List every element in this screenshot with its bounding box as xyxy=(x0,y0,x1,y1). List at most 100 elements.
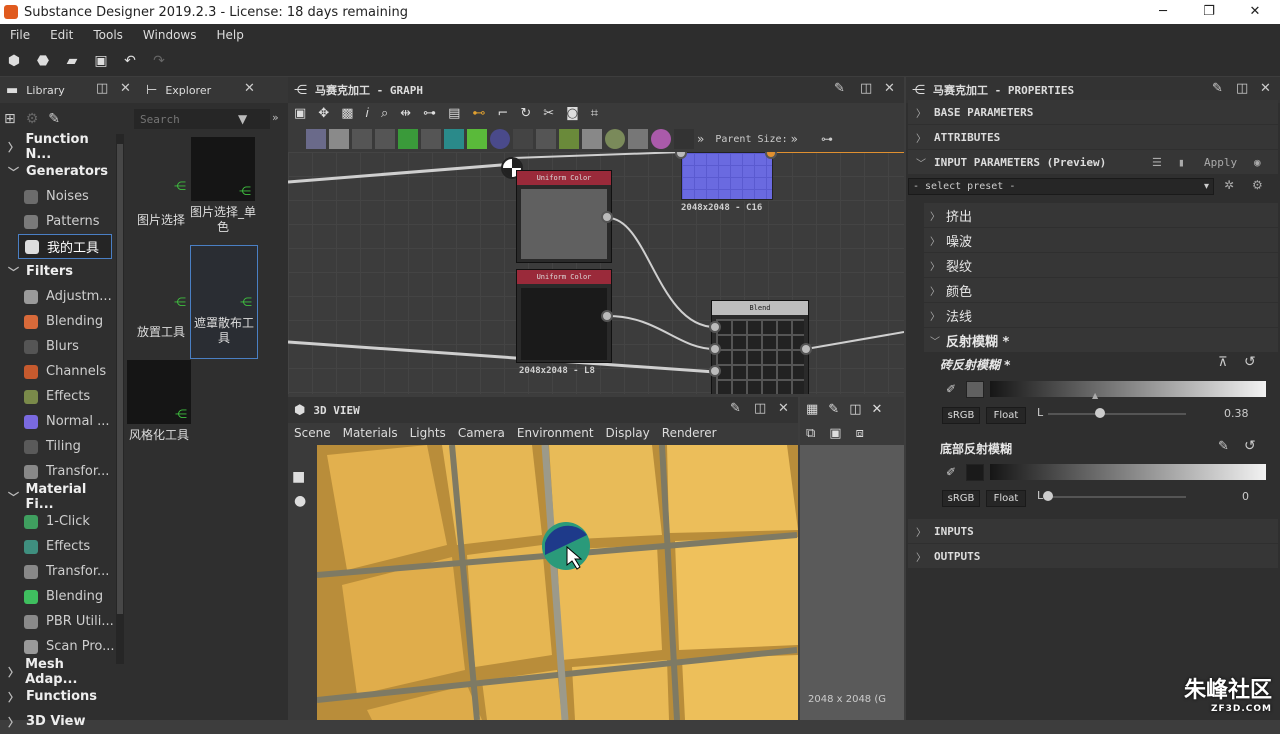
dock-icon[interactable]: ◫ xyxy=(849,402,861,417)
properties-close-icon[interactable]: ✕ xyxy=(1260,81,1271,96)
minimize-button[interactable]: ─ xyxy=(1140,0,1186,24)
more-icon[interactable]: » xyxy=(697,132,704,146)
library-item[interactable]: Blending xyxy=(0,584,116,609)
move-icon[interactable]: ✥ xyxy=(318,106,329,121)
curve-node-icon[interactable] xyxy=(398,129,418,149)
group-noise[interactable]: 〉噪波 xyxy=(924,228,1278,252)
crop-icon[interactable]: ⌗ xyxy=(591,106,598,121)
pin-icon[interactable]: ✎ xyxy=(828,402,839,417)
gradient-bar[interactable] xyxy=(990,464,1266,480)
library-item[interactable]: Transfor... xyxy=(0,459,116,484)
gradient-node-icon[interactable] xyxy=(467,129,487,149)
add-library-icon[interactable]: ⊞ xyxy=(4,111,16,127)
normal-node-thumbnail[interactable] xyxy=(681,152,773,200)
color-swatch[interactable] xyxy=(966,464,984,481)
new-package-icon[interactable]: ⬢ xyxy=(4,52,24,70)
menu-environment[interactable]: Environment xyxy=(511,426,600,440)
explorer-search[interactable]: ▼ xyxy=(134,109,270,129)
node-output-port[interactable] xyxy=(601,211,613,223)
uniform-color-node[interactable]: Uniform Color xyxy=(516,269,612,363)
emboss-node-icon[interactable] xyxy=(628,129,648,149)
blend-node-icon[interactable] xyxy=(582,129,602,149)
float-toggle[interactable]: Float xyxy=(986,490,1026,507)
link-icon[interactable]: ⊷ xyxy=(472,106,485,121)
library-item[interactable]: Adjustm... xyxy=(0,284,116,309)
gradient-marker-icon[interactable]: ▲ xyxy=(1092,391,1098,400)
library-category[interactable]: ﹀Material Fi... xyxy=(0,484,116,509)
library-item[interactable]: Blurs xyxy=(0,334,116,359)
group-reflection-blur[interactable]: ﹀反射模糊 * xyxy=(924,328,1278,352)
camera-icon[interactable]: ▩ xyxy=(341,106,353,121)
frame-icon[interactable]: ▣ xyxy=(294,106,306,121)
preset-select[interactable]: - select preset - ▾ xyxy=(908,178,1214,195)
library-item[interactable]: PBR Utili... xyxy=(0,609,116,634)
eyedropper-icon[interactable]: ✐ xyxy=(946,382,956,396)
video-camera-icon[interactable]: ■ xyxy=(292,469,305,485)
eye-icon[interactable]: ◉ xyxy=(1254,156,1261,169)
group-cracks[interactable]: 〉裂纹 xyxy=(924,253,1278,277)
recompute-icon[interactable]: ↻ xyxy=(520,106,531,121)
slider-knob[interactable] xyxy=(1095,408,1105,418)
save-all-icon[interactable]: ▣ xyxy=(91,52,111,70)
library-category[interactable]: 〉3D View xyxy=(0,709,116,734)
slider-track[interactable] xyxy=(1048,413,1186,415)
path-icon[interactable]: ⌐ xyxy=(497,106,508,121)
float-toggle[interactable]: Float xyxy=(986,407,1026,424)
hsl-node-icon[interactable] xyxy=(421,129,441,149)
menu-tools[interactable]: Tools xyxy=(83,28,133,42)
section-outputs[interactable]: 〉OUTPUTS xyxy=(908,544,1278,568)
3d-view-close-icon[interactable]: ✕ xyxy=(778,401,789,416)
node-output-port[interactable] xyxy=(800,343,812,355)
menu-camera[interactable]: Camera xyxy=(452,426,511,440)
pin-icon[interactable]: ✎ xyxy=(1218,439,1229,454)
2d-view-canvas[interactable] xyxy=(800,445,904,720)
2d-view-close-icon[interactable]: ✕ xyxy=(872,402,883,417)
dock-icon[interactable]: ◫ xyxy=(860,81,872,96)
transform-node-icon[interactable] xyxy=(444,129,464,149)
node-input-port[interactable] xyxy=(709,365,721,377)
fit-icon[interactable]: ⧉ xyxy=(806,426,815,441)
library-close-icon[interactable]: ✕ xyxy=(120,81,131,96)
library-item[interactable]: Noises xyxy=(0,184,116,209)
menu-file[interactable]: File xyxy=(0,28,40,42)
zoom-icon[interactable]: ⌕ xyxy=(381,106,388,121)
shuffle-node-icon[interactable] xyxy=(375,129,395,149)
section-inputs[interactable]: 〉INPUTS xyxy=(908,519,1278,543)
menu-windows[interactable]: Windows xyxy=(133,28,207,42)
library-category[interactable]: 〉Functions xyxy=(0,684,116,709)
library-category[interactable]: ﹀Filters xyxy=(0,259,116,284)
eyedropper-icon[interactable]: ✐ xyxy=(946,465,956,479)
menu-materials[interactable]: Materials xyxy=(337,426,404,440)
section-input-parameters[interactable]: ﹀INPUT PARAMETERS (Preview) ☰ ▮ Apply ◉ xyxy=(908,150,1278,174)
search-input[interactable] xyxy=(134,113,238,126)
new-graph-icon[interactable]: ⬣ xyxy=(33,52,53,70)
menu-edit[interactable]: Edit xyxy=(40,28,83,42)
pin-icon[interactable]: ✎ xyxy=(1212,81,1223,96)
library-item[interactable]: Channels xyxy=(0,359,116,384)
library-item-selected[interactable]: 我的工具 xyxy=(18,234,112,259)
more-icon[interactable]: » xyxy=(272,111,279,124)
undo-icon[interactable]: ↶ xyxy=(120,52,140,70)
gradient-bar[interactable] xyxy=(990,381,1266,397)
align-icon[interactable]: ⇹ xyxy=(400,106,411,121)
layout-icon[interactable]: ▤ xyxy=(448,106,460,121)
section-attributes[interactable]: 〉ATTRIBUTES xyxy=(908,125,1278,149)
close-button[interactable]: ✕ xyxy=(1232,0,1278,24)
section-base-parameters[interactable]: 〉BASE PARAMETERS xyxy=(908,100,1278,124)
group-extrude[interactable]: 〉挤出 xyxy=(924,203,1278,227)
explorer-item-selected[interactable]: ⋲ 遮罩散布工具 xyxy=(191,246,257,358)
color-swatch[interactable] xyxy=(966,381,984,398)
explorer-close-icon[interactable]: ✕ xyxy=(244,81,255,96)
library-category[interactable]: 〉Mesh Adap... xyxy=(0,659,116,684)
pin-icon[interactable]: ✎ xyxy=(730,401,741,416)
restore-button[interactable]: ❐ xyxy=(1186,0,1232,24)
fx-node-icon[interactable] xyxy=(536,129,556,149)
apply-button[interactable]: Apply xyxy=(1204,156,1237,169)
explorer-item[interactable]: ⋲ 图片选择_单色 xyxy=(190,137,256,245)
export-icon[interactable]: ◙ xyxy=(566,106,579,121)
warp-node-icon[interactable] xyxy=(490,129,510,149)
svg-node-icon[interactable] xyxy=(329,129,349,149)
reset-icon[interactable]: ↺ xyxy=(1244,438,1256,454)
redo-icon[interactable]: ↷ xyxy=(149,52,169,70)
uniform-color-node[interactable]: Uniform Color xyxy=(516,170,612,263)
